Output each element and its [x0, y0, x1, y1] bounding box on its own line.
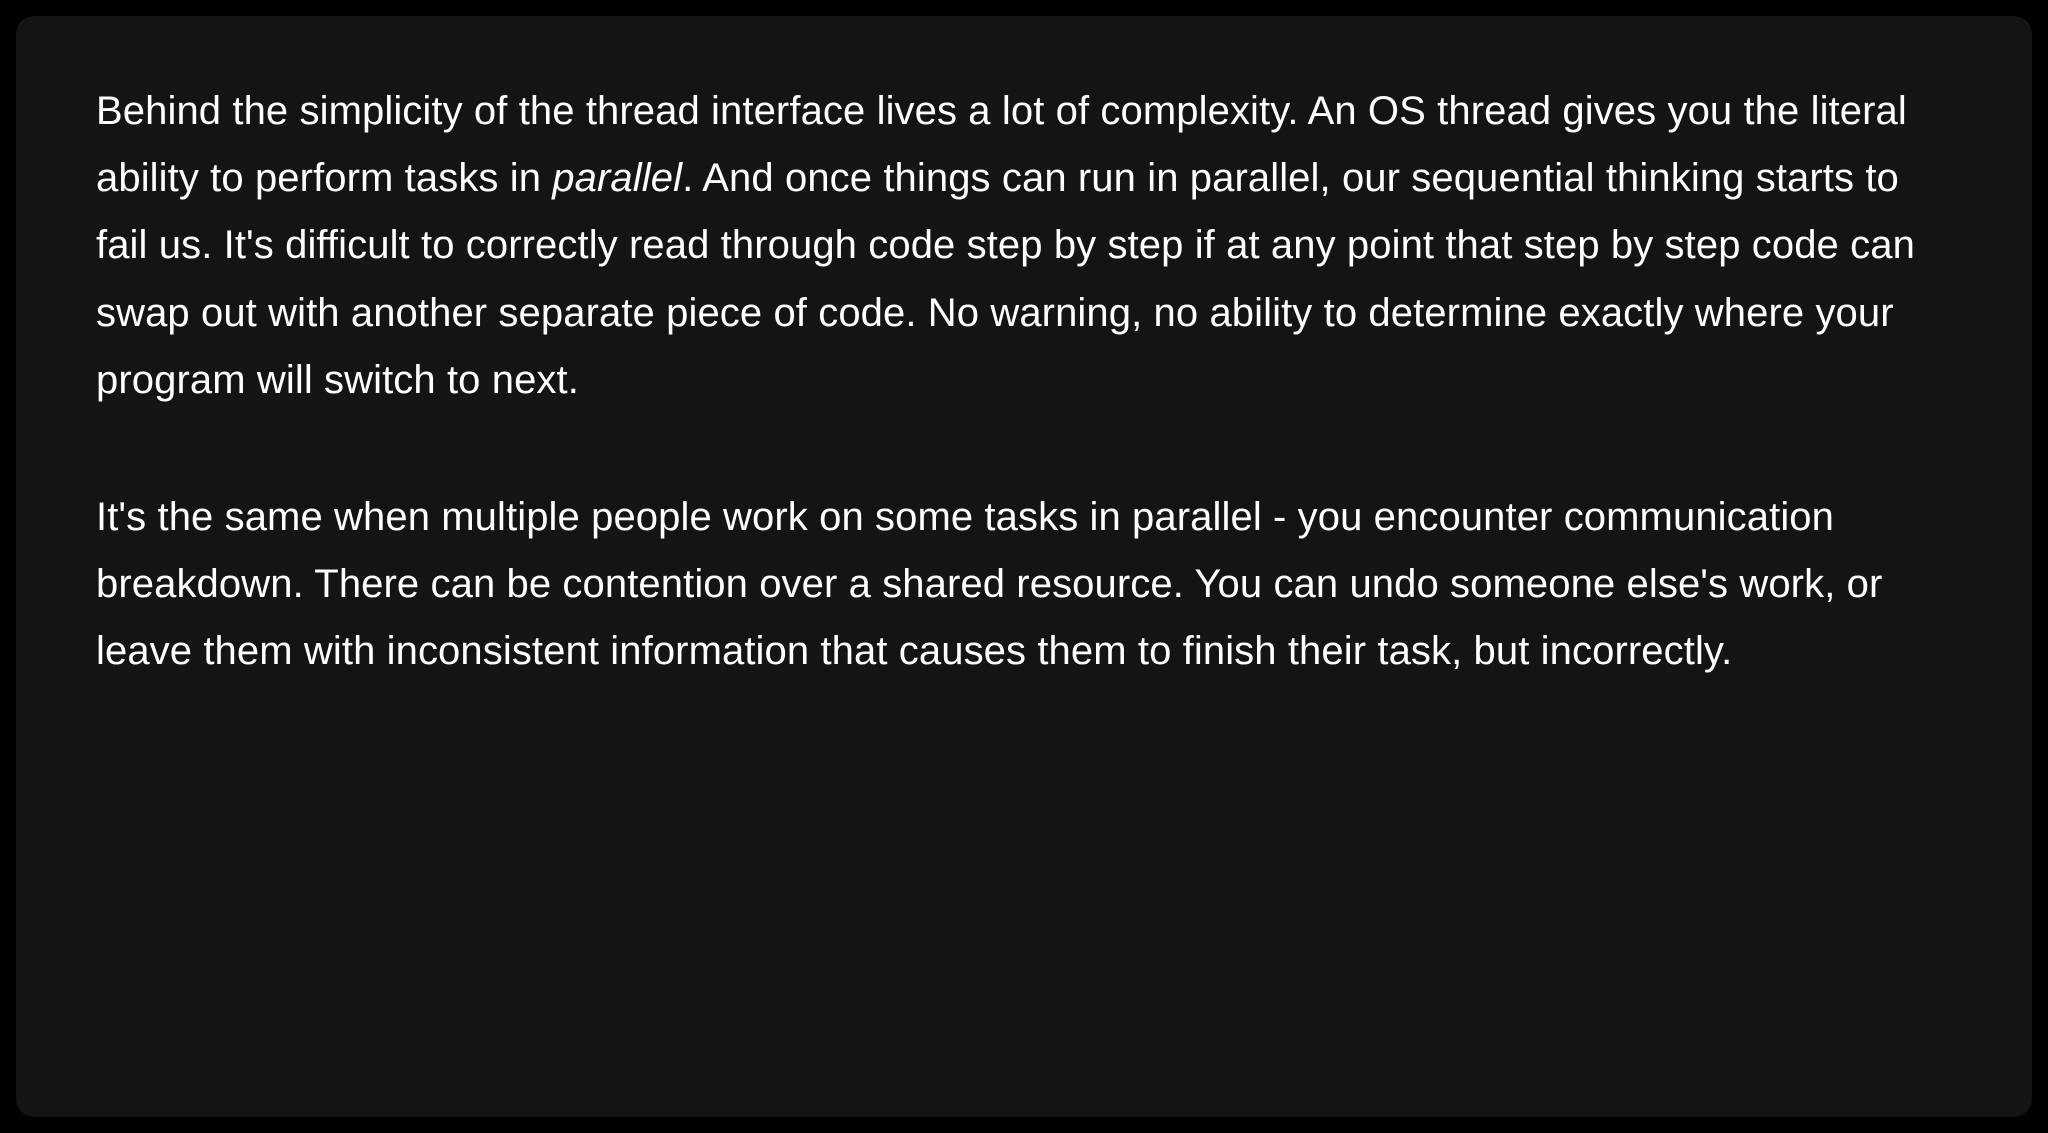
paragraph-1: Behind the simplicity of the thread inte… — [96, 78, 1952, 414]
paragraph-2-pre: It's the same when multiple people work … — [96, 495, 1882, 673]
paragraph-1-emphasis: parallel — [552, 156, 682, 200]
document-card: Behind the simplicity of the thread inte… — [16, 16, 2032, 1117]
document-frame: Behind the simplicity of the thread inte… — [0, 0, 2048, 1133]
paragraph-2: It's the same when multiple people work … — [96, 484, 1952, 686]
